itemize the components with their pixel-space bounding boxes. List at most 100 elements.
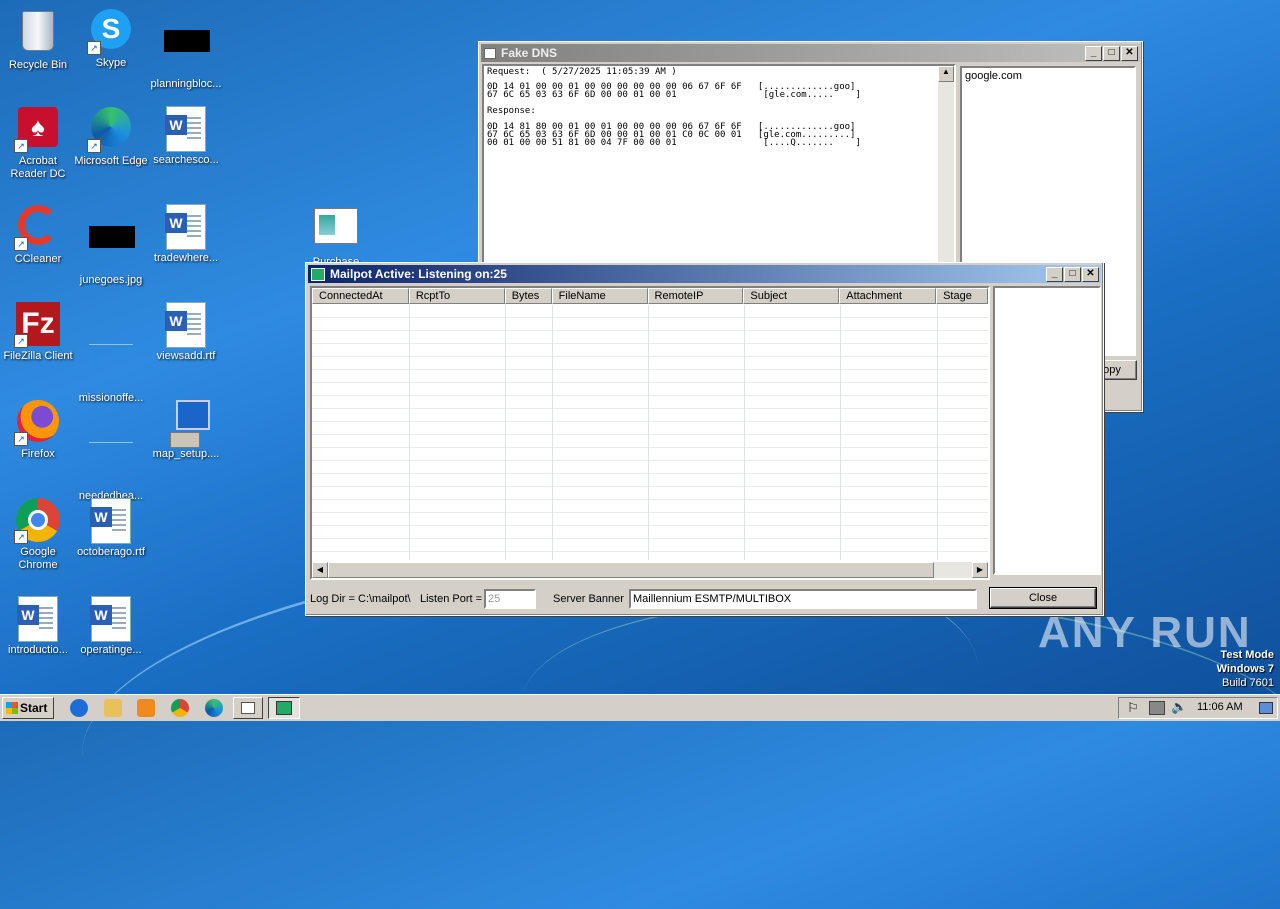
windows-logo-icon bbox=[6, 702, 18, 714]
file-icon bbox=[89, 344, 133, 388]
show-desktop-icon[interactable] bbox=[1259, 702, 1273, 714]
desktop-icon-filezilla[interactable]: Fz ↗ FileZilla Client bbox=[0, 302, 76, 363]
response-hex: 0D 14 81 80 00 01 00 01 00 00 00 00 06 6… bbox=[487, 122, 861, 148]
ie-icon[interactable] bbox=[70, 699, 88, 717]
word-document-icon: W bbox=[89, 498, 133, 544]
minimize-button[interactable]: _ bbox=[1085, 45, 1102, 61]
log-dir-label: Log Dir = C:\mailpot\ bbox=[310, 593, 411, 605]
image-file-icon bbox=[164, 30, 210, 74]
server-banner-field[interactable] bbox=[629, 589, 977, 609]
ccleaner-icon: ↗ bbox=[14, 205, 60, 251]
document-icon bbox=[314, 208, 358, 252]
windows-version-label: Windows 7 bbox=[1216, 663, 1274, 675]
edge-icon: ↗ bbox=[87, 107, 133, 153]
close-icon[interactable]: ✕ bbox=[1082, 266, 1099, 282]
request-hex: 0D 14 01 00 00 01 00 00 00 00 00 00 06 6… bbox=[487, 82, 861, 100]
taskbar-mailpot[interactable] bbox=[268, 697, 300, 719]
desktop-icon-viewsadd[interactable]: W viewsadd.rtf bbox=[148, 302, 224, 363]
test-mode-label: Test Mode bbox=[1220, 649, 1274, 661]
chrome-taskbar-icon[interactable] bbox=[171, 699, 189, 717]
word-document-icon: W bbox=[164, 106, 208, 152]
desktop-icon-tradewhere[interactable]: W tradewhere... bbox=[148, 204, 224, 265]
mailpot-window[interactable]: Mailpot Active: Listening on:25 _ □ ✕ Co… bbox=[305, 262, 1104, 616]
desktop-icon-skype[interactable]: S ↗ Skype bbox=[73, 8, 149, 70]
edge-taskbar-icon[interactable] bbox=[205, 699, 223, 717]
column-header[interactable]: FileName bbox=[551, 288, 648, 304]
start-label: Start bbox=[20, 701, 48, 715]
minimize-button[interactable]: _ bbox=[1046, 266, 1063, 282]
volume-icon[interactable]: 🔈 bbox=[1171, 699, 1187, 715]
desktop-icon-acrobat[interactable]: ♠ ↗ Acrobat Reader DC bbox=[0, 106, 76, 181]
close-icon[interactable]: ✕ bbox=[1121, 45, 1138, 61]
system-tray: ⚐ 🔈 11:06 AM bbox=[1118, 697, 1278, 719]
desktop-icon-operatinge[interactable]: W operatinge... bbox=[73, 596, 149, 657]
close-button[interactable]: Close bbox=[989, 587, 1097, 609]
column-header[interactable]: RemoteIP bbox=[647, 288, 744, 304]
skype-icon: S ↗ bbox=[87, 9, 133, 55]
word-document-icon: W bbox=[164, 204, 208, 250]
file-icon bbox=[89, 442, 133, 486]
column-divider bbox=[552, 305, 553, 560]
mailpot-app-icon bbox=[311, 267, 325, 281]
recycle-bin-icon bbox=[16, 11, 60, 55]
desktop-icon-ccleaner[interactable]: ↗ CCleaner bbox=[0, 204, 76, 266]
filezilla-icon: Fz ↗ bbox=[14, 302, 60, 348]
desktop-icon-recycle-bin[interactable]: Recycle Bin bbox=[0, 8, 76, 72]
horizontal-scrollbar[interactable]: ◀ ▶ bbox=[312, 562, 988, 578]
sessions-table[interactable]: ConnectedAt RcptTo Bytes FileName Remote… bbox=[310, 286, 990, 580]
flag-icon[interactable]: ⚐ bbox=[1127, 700, 1139, 716]
scroll-up-icon[interactable]: ▲ bbox=[938, 66, 954, 82]
media-player-icon[interactable] bbox=[137, 699, 155, 717]
column-header[interactable]: Bytes bbox=[504, 288, 552, 304]
column-header[interactable]: Attachment bbox=[839, 288, 937, 304]
network-icon[interactable] bbox=[1149, 701, 1165, 715]
scroll-right-icon[interactable]: ▶ bbox=[972, 562, 988, 578]
fake-dns-titlebar[interactable]: Fake DNS _ □ ✕ bbox=[481, 44, 1140, 62]
desktop-icon-searchesco[interactable]: W searchesco... bbox=[148, 106, 224, 167]
taskbar-fake-dns[interactable] bbox=[233, 697, 263, 719]
table-rows[interactable] bbox=[312, 305, 988, 560]
scroll-thumb[interactable] bbox=[328, 562, 934, 578]
desktop-icon-map-setup[interactable]: map_setup.... bbox=[148, 400, 224, 461]
firefox-icon: ↗ bbox=[14, 400, 60, 446]
listen-port-label: Listen Port = bbox=[420, 593, 483, 605]
desktop-icon-octoberago[interactable]: W octoberago.rtf bbox=[73, 498, 149, 559]
word-document-icon: W bbox=[89, 596, 133, 642]
column-divider bbox=[840, 305, 841, 560]
listen-port-field[interactable] bbox=[484, 589, 536, 609]
window-icon bbox=[241, 702, 255, 714]
request-line: Request: ( 5/27/2025 11:05:39 AM ) bbox=[487, 67, 677, 77]
column-header[interactable]: Subject bbox=[743, 288, 840, 304]
window-icon bbox=[484, 47, 496, 59]
explorer-icon[interactable] bbox=[104, 699, 122, 717]
column-header[interactable]: RcptTo bbox=[408, 288, 505, 304]
column-divider bbox=[744, 305, 745, 560]
column-header[interactable]: ConnectedAt bbox=[312, 288, 409, 304]
server-banner-label: Server Banner bbox=[553, 593, 624, 605]
desktop-icon-edge[interactable]: ↗ Microsoft Edge bbox=[73, 106, 149, 168]
scroll-left-icon[interactable]: ◀ bbox=[312, 562, 328, 578]
maximize-button[interactable]: □ bbox=[1064, 266, 1081, 282]
desktop-icon-planningbloc[interactable]: planningbloc... bbox=[148, 8, 224, 91]
desktop-icon-introductio[interactable]: W introductio... bbox=[0, 596, 76, 657]
maximize-button[interactable]: □ bbox=[1103, 45, 1120, 61]
desktop-icon-junegoes[interactable]: junegoes.jpg bbox=[73, 204, 149, 287]
column-header[interactable]: Stage bbox=[936, 288, 988, 304]
desktop-icon-chrome[interactable]: ↗ Google Chrome bbox=[0, 498, 76, 572]
mailpot-app-icon bbox=[276, 701, 292, 715]
clock[interactable]: 11:06 AM bbox=[1197, 701, 1243, 713]
session-detail-pane[interactable] bbox=[993, 286, 1101, 575]
desktop-icon-neededhea[interactable]: neededhea... bbox=[73, 400, 149, 503]
image-file-icon bbox=[89, 226, 135, 270]
installer-icon bbox=[164, 400, 210, 448]
desktop-icon-missionoffe[interactable]: missionoffe... bbox=[73, 302, 149, 405]
fake-dns-title: Fake DNS bbox=[501, 46, 558, 60]
os-info: Test Mode Windows 7 Build 7601 bbox=[1217, 648, 1274, 690]
domain-list-item[interactable]: google.com bbox=[962, 68, 1134, 84]
start-button[interactable]: Start bbox=[2, 697, 54, 719]
desktop-icon-purchase[interactable]: Purchase bbox=[298, 206, 374, 269]
desktop-icon-firefox[interactable]: ↗ Firefox bbox=[0, 400, 76, 461]
chrome-icon: ↗ bbox=[14, 498, 60, 544]
mailpot-title: Mailpot Active: Listening on:25 bbox=[330, 267, 507, 281]
mailpot-titlebar[interactable]: Mailpot Active: Listening on:25 _ □ ✕ bbox=[308, 265, 1101, 283]
